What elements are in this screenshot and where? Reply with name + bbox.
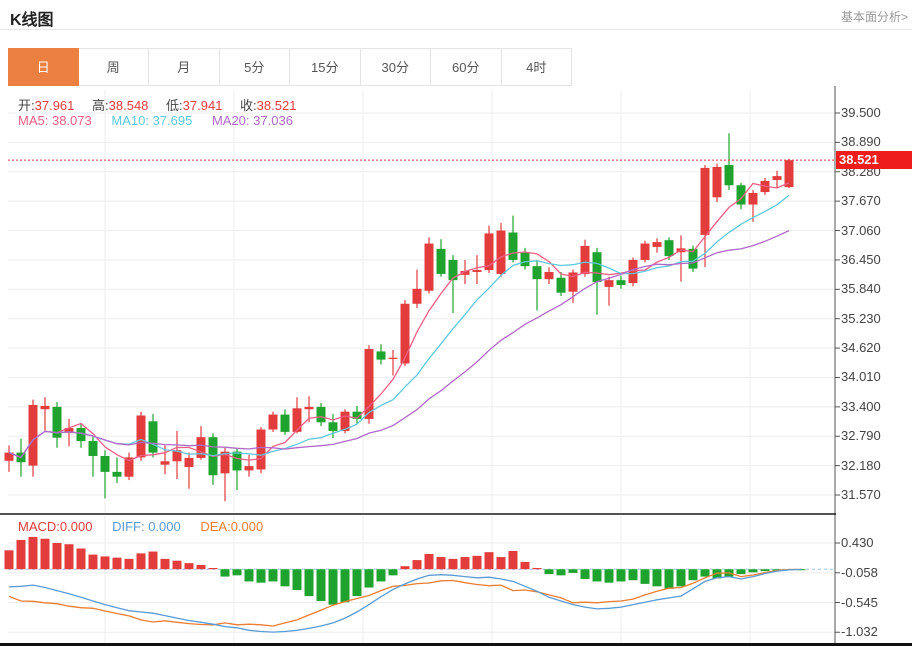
diff-readout: DIFF: 0.000 [112, 519, 181, 534]
axis-tick-label: 0.430 [841, 535, 901, 550]
open-value: 37.961 [35, 98, 75, 113]
low-value: 37.941 [183, 98, 223, 113]
tab-15min[interactable]: 15分 [290, 48, 361, 86]
axis-tick-label: 36.450 [841, 252, 901, 267]
current-price-badge: 38.521 [836, 151, 912, 169]
axis-tick-label: 35.840 [841, 281, 901, 296]
ma10-readout: MA10: 37.695 [111, 113, 192, 128]
tab-monthly[interactable]: 月 [149, 48, 220, 86]
open-label: 开: [18, 98, 35, 113]
axis-tick-label: 34.010 [841, 369, 901, 384]
tab-weekly[interactable]: 周 [79, 48, 150, 86]
high-value: 38.548 [109, 98, 149, 113]
close-value: 38.521 [257, 98, 297, 113]
axis-tick-label: 37.670 [841, 193, 901, 208]
tab-5min[interactable]: 5分 [220, 48, 291, 86]
axis-tick-label: 37.060 [841, 223, 901, 238]
ohlc-row: 开:37.961 高:38.548 低:37.941 收:38.521 [18, 95, 310, 114]
tab-30min[interactable]: 30分 [361, 48, 432, 86]
ma5-readout: MA5: 38.073 [18, 113, 92, 128]
page-title: K线图 [10, 6, 54, 30]
high-label: 高: [92, 98, 109, 113]
axis-tick-label: -1.032 [841, 624, 901, 639]
axis-tick-label: 33.400 [841, 399, 901, 414]
axis-tick-label: 32.790 [841, 428, 901, 443]
kline-widget: K线图 基本面分析> 日 周 月 5分 15分 30分 60分 4时 开:37.… [0, 0, 912, 646]
axis-tick-label: 34.620 [841, 340, 901, 355]
dea-readout: DEA:0.000 [200, 519, 263, 534]
tab-4hour[interactable]: 4时 [502, 48, 573, 86]
tab-60min[interactable]: 60分 [431, 48, 502, 86]
period-tabs: 日 周 月 5分 15分 30分 60分 4时 [8, 48, 572, 86]
tab-daily[interactable]: 日 [8, 48, 79, 86]
widget-header: K线图 基本面分析> [0, 0, 912, 30]
macd-readout: MACD:0.000 [18, 519, 92, 534]
ma-row: MA5: 38.073 MA10: 37.695 MA20: 37.036 [18, 113, 309, 128]
macd-info-row: MACD:0.000 DIFF: 0.000 DEA:0.000 [18, 519, 279, 534]
axis-tick-label: 38.890 [841, 134, 901, 149]
axis-tick-label: 32.180 [841, 458, 901, 473]
fundamental-analysis-link[interactable]: 基本面分析> [841, 8, 908, 25]
axis-tick-label: 39.500 [841, 105, 901, 120]
ma20-readout: MA20: 37.036 [212, 113, 293, 128]
close-label: 收: [240, 98, 257, 113]
low-label: 低: [166, 98, 183, 113]
axis-tick-label: -0.058 [841, 565, 901, 580]
axis-tick-label: 35.230 [841, 311, 901, 326]
axis-tick-label: 31.570 [841, 487, 901, 502]
axis-tick-label: -0.545 [841, 595, 901, 610]
